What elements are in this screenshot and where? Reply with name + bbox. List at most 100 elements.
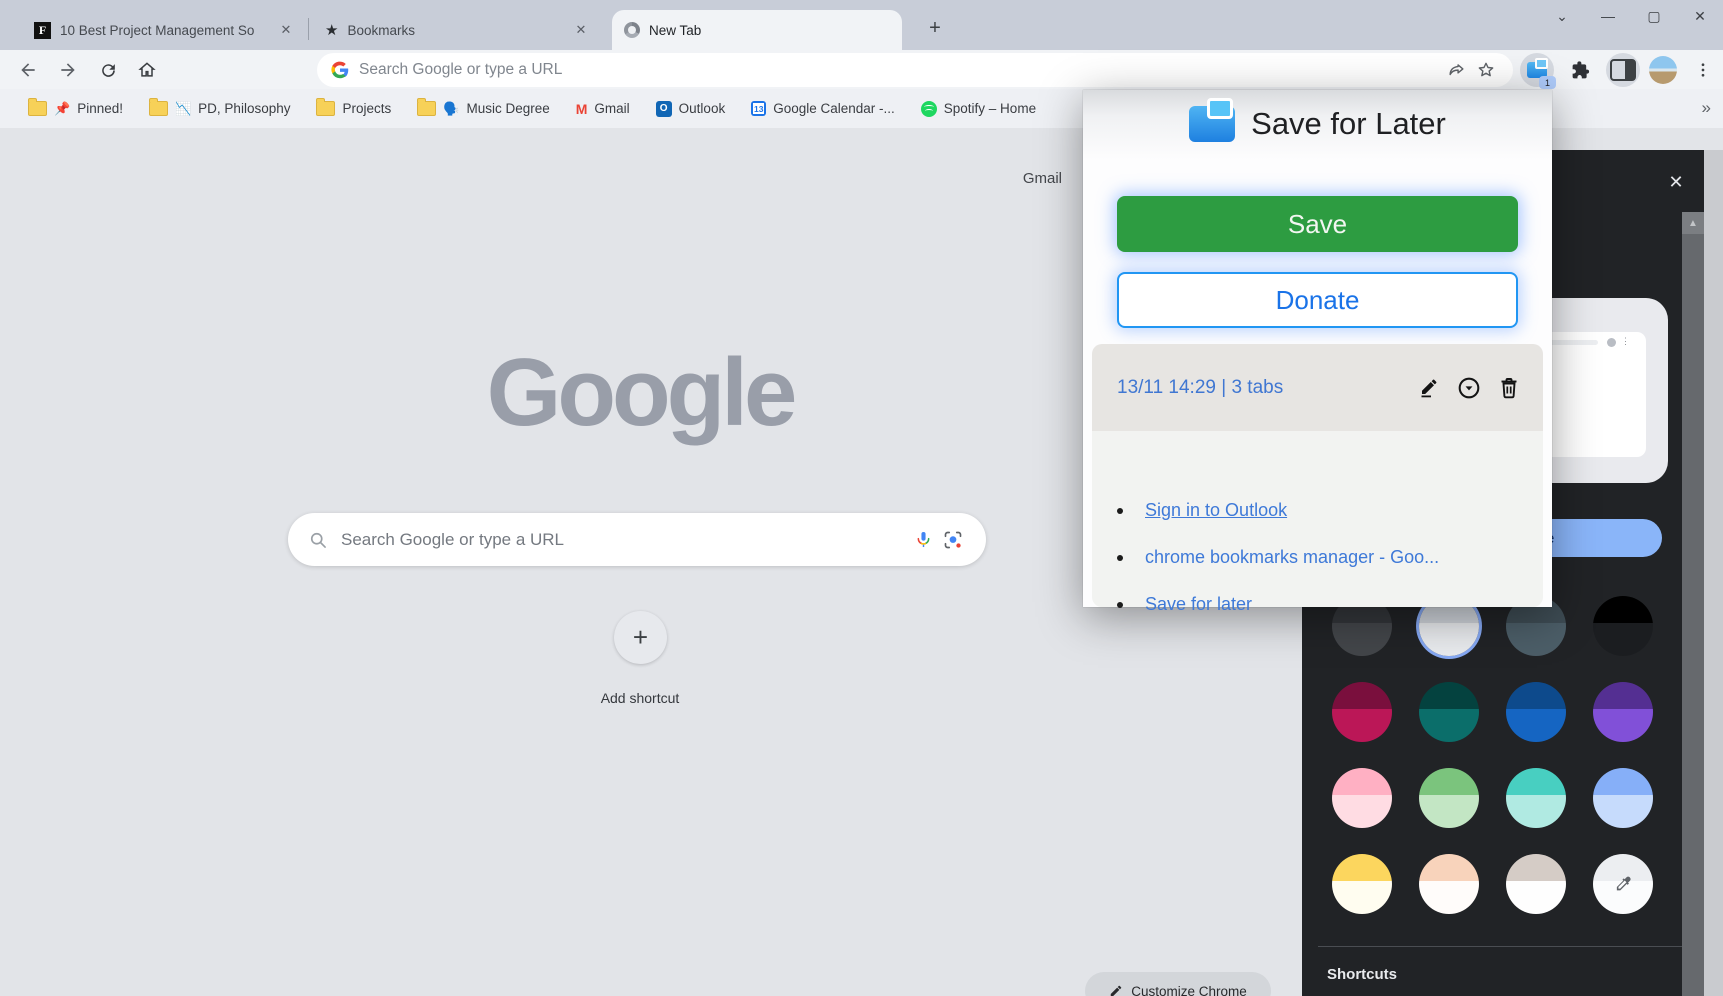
shortcuts-heading: Shortcuts [1327,966,1397,983]
tab-search-chevron-icon[interactable]: ⌄ [1539,0,1585,32]
profile-avatar[interactable] [1649,56,1677,84]
side-panel-scrollbar[interactable]: ▲ [1682,212,1704,996]
spotify-icon [921,101,937,117]
theme-color-swatch[interactable] [1332,854,1392,914]
ntp-gmail-link[interactable]: Gmail [1000,170,1062,187]
expand-session-icon[interactable] [1449,368,1489,408]
theme-color-swatch[interactable] [1593,596,1653,656]
theme-color-swatch[interactable] [1593,768,1653,828]
donate-button[interactable]: Donate [1117,272,1518,328]
theme-color-swatch[interactable] [1419,854,1479,914]
bookmark-label: Projects [342,101,391,116]
bullet-icon [1117,602,1123,608]
add-shortcut-label: Add shortcut [540,690,740,706]
close-window-button[interactable]: ✕ [1677,0,1723,32]
bookmarks-overflow-chevron-icon[interactable]: » [1702,98,1711,118]
scroll-up-arrow-icon[interactable]: ▲ [1682,212,1704,234]
add-shortcut-button[interactable]: + [614,611,667,664]
saved-tab-link-text[interactable]: chrome bookmarks manager - Goo... [1145,547,1439,568]
eyedropper-icon [1612,873,1634,895]
forward-icon[interactable] [52,54,84,86]
bookmark-label: Outlook [679,101,726,116]
three-dot-menu-icon[interactable] [1686,53,1720,87]
saved-tab-link-text[interactable]: Save for later [1145,594,1252,615]
gmail-icon: M [576,101,588,117]
new-tab-button[interactable]: + [920,13,950,43]
minimize-button[interactable]: — [1585,0,1631,32]
side-panel-icon[interactable] [1606,53,1640,87]
saved-tab-link[interactable]: Save for later [1117,594,1252,615]
theme-color-swatch[interactable] [1419,682,1479,742]
toolbar-extensions-area: 1 [1520,53,1720,87]
bookmark-label: PD, Philosophy [198,101,290,116]
preview-menu-dots-icon: ⋮ [1621,336,1630,347]
extension-badge: 1 [1539,76,1556,89]
bookmark-outlook[interactable]: O Outlook [646,97,736,121]
theme-color-swatch[interactable] [1332,768,1392,828]
popup-title-row: Save for Later [1083,106,1552,142]
saved-tab-link[interactable]: Sign in to Outlook [1117,500,1287,521]
side-panel-glyph [1610,59,1636,81]
voice-search-mic-icon[interactable] [908,525,938,555]
search-icon [308,530,328,550]
side-panel-close-icon[interactable]: ✕ [1662,168,1690,196]
omnibox[interactable]: Search Google or type a URL [317,53,1513,87]
reload-icon[interactable] [92,54,124,86]
extensions-puzzle-icon[interactable] [1563,53,1597,87]
tab-strip: F 10 Best Project Management So ✕ ★ Book… [0,0,1723,50]
folder-icon [149,101,168,116]
theme-color-swatch[interactable] [1506,768,1566,828]
bookmark-star-icon[interactable] [1471,55,1501,85]
save-button[interactable]: Save [1117,196,1518,252]
bookmark-spotify[interactable]: Spotify – Home [911,97,1046,121]
customize-chrome-button[interactable]: Customize Chrome [1085,972,1271,996]
theme-color-swatch[interactable] [1593,682,1653,742]
share-icon[interactable] [1441,55,1471,85]
bookmark-folder-projects[interactable]: Projects [306,97,401,120]
custom-color-eyedropper-swatch[interactable] [1593,854,1653,914]
theme-color-swatch[interactable] [1506,854,1566,914]
home-icon[interactable] [131,54,163,86]
ntp-search-box[interactable]: Search Google or type a URL [288,513,986,566]
edit-session-icon[interactable] [1409,368,1449,408]
chart-emoji-icon: 📉 [175,101,191,117]
bookmark-label: Spotify – Home [944,101,1036,116]
tab-close-icon[interactable]: ✕ [572,21,590,39]
saved-tab-link[interactable]: chrome bookmarks manager - Goo... [1117,547,1439,568]
star-favicon: ★ [325,21,338,39]
browser-window: F 10 Best Project Management So ✕ ★ Book… [0,0,1723,996]
saved-tab-link-text[interactable]: Sign in to Outlook [1145,500,1287,521]
delete-session-icon[interactable] [1489,368,1529,408]
bookmark-gmail[interactable]: M Gmail [566,97,640,121]
preview-gear-icon [1607,338,1616,347]
bookmark-folder-pd-philosophy[interactable]: 📉 PD, Philosophy [139,97,301,121]
outlook-icon: O [656,101,672,117]
google-g-icon [331,61,349,79]
bookmark-google-calendar[interactable]: 13 Google Calendar -... [741,97,905,120]
tab-project-management[interactable]: F 10 Best Project Management So ✕ [22,10,305,50]
tab-new-tab[interactable]: New Tab [612,10,902,50]
theme-color-swatch[interactable] [1332,682,1392,742]
side-panel-divider [1318,946,1682,947]
theme-color-grid [1332,596,1684,918]
tab-close-icon[interactable]: ✕ [277,21,295,39]
pushpin-emoji-icon: 📌 [54,101,70,117]
bookmark-folder-pinned[interactable]: 📌 Pinned! [18,97,133,121]
tab-separator [308,18,309,40]
back-icon[interactable] [12,54,44,86]
bookmark-label: Pinned! [77,101,123,116]
bookmark-label: Music Degree [466,101,549,116]
saved-session-row[interactable]: 13/11 14:29 | 3 tabs [1092,344,1543,431]
bookmark-label: Google Calendar -... [773,101,895,116]
tab-bookmarks[interactable]: ★ Bookmarks ✕ [313,10,600,50]
google-lens-icon[interactable] [938,525,968,555]
bullet-icon [1117,555,1123,561]
popup-title: Save for Later [1251,106,1446,142]
save-for-later-extension-icon[interactable]: 1 [1520,53,1554,87]
maximize-button[interactable]: ▢ [1631,0,1677,32]
save-for-later-folder-icon [1189,106,1235,142]
bookmark-folder-music-degree[interactable]: 🗣️ Music Degree [407,97,559,121]
theme-color-swatch[interactable] [1506,682,1566,742]
omnibox-placeholder: Search Google or type a URL [359,61,1441,79]
theme-color-swatch[interactable] [1419,768,1479,828]
